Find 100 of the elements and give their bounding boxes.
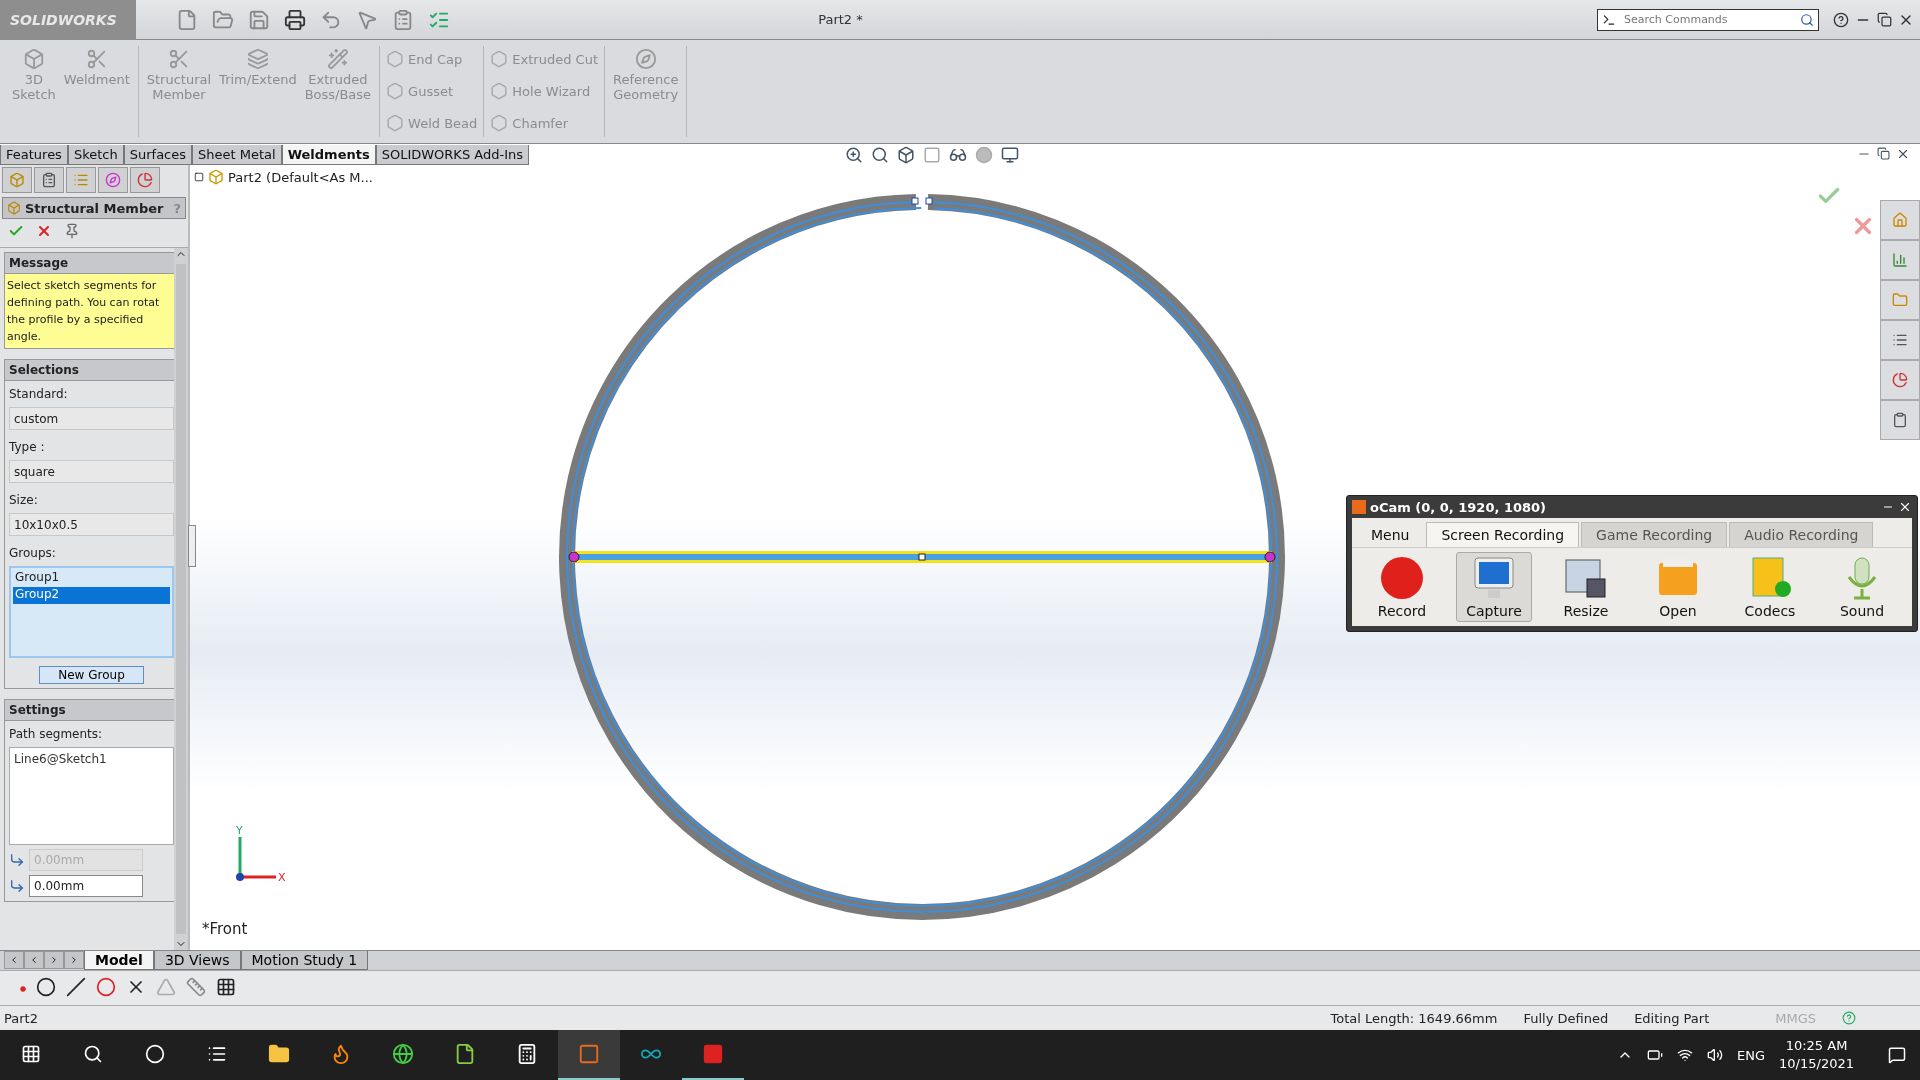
command-tab[interactable]: Sketch (67, 145, 124, 165)
square-icon (702, 1043, 724, 1065)
input-field[interactable]: 0.00mm (29, 875, 143, 897)
tab[interactable]: Screen Recording (1426, 522, 1580, 547)
cube-icon (9, 172, 25, 188)
task-pane-button[interactable] (1880, 360, 1920, 400)
monitor-icon[interactable] (1001, 146, 1019, 164)
tab[interactable]: Motion Study 1 (240, 951, 369, 970)
restore-icon[interactable] (1877, 147, 1890, 161)
message-text: Select sketch segments for defining path. You can rotat the profile by a specified angle. (5, 274, 174, 348)
expand-icon[interactable] (194, 172, 204, 182)
list-item[interactable]: Line6@Sketch1 (14, 752, 169, 766)
layers-icon (246, 48, 269, 70)
hexagon-icon (490, 114, 509, 132)
pin-icon[interactable] (64, 223, 80, 239)
list-item[interactable]: Group2 (13, 587, 170, 604)
taskbar-button[interactable] (558, 1030, 620, 1080)
property-tab[interactable] (34, 167, 64, 193)
wifi-icon[interactable] (1677, 1047, 1694, 1063)
status-text: Editing Part (1634, 1010, 1710, 1026)
tab[interactable]: Audio Recording (1729, 522, 1874, 547)
appearance-tab[interactable] (130, 167, 160, 193)
open-folder-icon[interactable] (212, 8, 234, 31)
circle-icon (145, 1044, 165, 1064)
list-item[interactable]: Group1 (13, 570, 170, 587)
command-tab[interactable]: Features (0, 145, 68, 165)
volume-icon[interactable] (1707, 1047, 1724, 1063)
sphere-icon[interactable] (975, 146, 993, 164)
tool-button[interactable]: Open (1640, 552, 1716, 622)
scrollbar[interactable] (174, 248, 188, 950)
zoom-icon[interactable] (845, 146, 863, 164)
scissors-icon (167, 48, 190, 70)
task-view-icon (207, 1044, 227, 1064)
field-label: Groups: (9, 545, 57, 562)
window-title: oCam (0, 0, 1920, 1080) (1370, 499, 1547, 515)
search-field[interactable]: Search Commands (1597, 8, 1819, 31)
task-pane-button[interactable] (1880, 240, 1920, 280)
close-icon[interactable] (1898, 500, 1912, 514)
section-view-icon[interactable] (923, 146, 941, 164)
tab[interactable]: 3D Views (153, 951, 241, 970)
close-icon[interactable] (1896, 147, 1910, 161)
scissors-icon (85, 48, 108, 70)
cube-icon[interactable] (897, 146, 915, 164)
tool-button[interactable]: Sound (1824, 552, 1900, 622)
clock-time[interactable]: 10:25 AM (1785, 1037, 1848, 1055)
search-icon (83, 1044, 103, 1064)
command-tab[interactable]: Weldments (281, 145, 376, 165)
status-text: Total Length: 1649.66mm (1330, 1010, 1498, 1026)
ocam-logo-icon (1352, 500, 1366, 514)
cube-icon (7, 201, 21, 215)
printer-icon[interactable] (284, 8, 306, 31)
task-pane-button[interactable] (1880, 400, 1920, 440)
tab[interactable]: Model (84, 951, 154, 970)
command-tab[interactable]: SOLIDWORKS Add-Ins (375, 145, 529, 165)
square-icon (578, 1043, 600, 1065)
tool-button[interactable]: Record (1364, 552, 1440, 622)
help-icon[interactable] (1833, 11, 1849, 28)
notification-icon[interactable] (1888, 1046, 1906, 1064)
hexagon-icon (386, 114, 405, 132)
section-heading: Selections (5, 360, 174, 381)
tab[interactable]: Game Recording (1581, 522, 1728, 547)
new-file-icon[interactable] (176, 8, 198, 31)
command-tab[interactable]: Surfaces (123, 145, 193, 165)
command-tab[interactable]: Sheet Metal (192, 145, 282, 165)
crosshair-tab[interactable] (98, 167, 128, 193)
language-indicator[interactable]: ENG (1737, 1047, 1766, 1063)
field-label: Standard: (9, 386, 69, 403)
tool-button[interactable]: Capture (1456, 552, 1532, 622)
offset-icon (9, 852, 25, 868)
tool-button[interactable]: Resize (1548, 552, 1624, 622)
task-pane-button[interactable] (1880, 320, 1920, 360)
calculator-icon (516, 1043, 538, 1065)
dropdown[interactable]: 10x10x0.5 (9, 513, 174, 536)
save-icon[interactable] (248, 8, 270, 31)
restore-icon[interactable] (1877, 12, 1892, 27)
part-icon (208, 169, 224, 185)
tree-item[interactable]: Part2 (Default<As M... (228, 169, 373, 185)
field-label: Type : (9, 439, 46, 456)
clock-date[interactable]: 10/15/2021 (1779, 1055, 1854, 1073)
status-text: Part2 (4, 1010, 38, 1026)
axis-triad-drawing: Y X (230, 825, 290, 887)
dropdown[interactable]: custom (9, 407, 174, 430)
clipboard-icon[interactable] (392, 8, 414, 31)
battery-icon[interactable] (1647, 1047, 1664, 1063)
dropdown[interactable]: square (9, 460, 174, 483)
tool-button[interactable]: Codecs (1732, 552, 1808, 622)
glasses-icon[interactable] (949, 146, 967, 164)
section-heading: Message (5, 253, 174, 274)
view-label: *Front (202, 920, 248, 938)
chart-icon (1892, 252, 1908, 268)
hexagon-icon (490, 82, 509, 100)
new-group-button[interactable]: New Group (39, 666, 144, 684)
folder-icon (268, 1043, 290, 1065)
folder-icon (1892, 292, 1908, 308)
search-icon[interactable] (871, 146, 889, 164)
collapse-handle[interactable] (188, 525, 196, 567)
list-icon (1892, 332, 1908, 348)
hexagon-icon (386, 82, 405, 100)
clipboard-icon (41, 172, 57, 188)
panel-title: Structural Member (25, 200, 164, 216)
